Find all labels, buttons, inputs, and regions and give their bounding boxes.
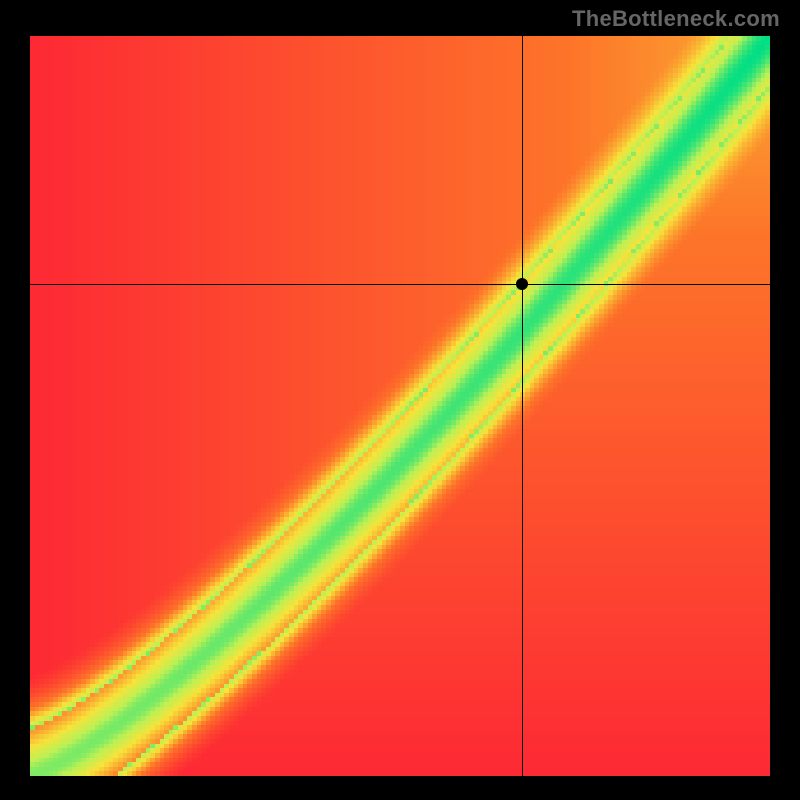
- heatmap-canvas: [30, 36, 770, 776]
- watermark-text: TheBottleneck.com: [572, 6, 780, 32]
- crosshair-horizontal: [30, 284, 770, 285]
- chart-area: [30, 36, 770, 776]
- selection-marker: [516, 278, 528, 290]
- chart-frame: TheBottleneck.com: [0, 0, 800, 800]
- crosshair-vertical: [522, 36, 523, 776]
